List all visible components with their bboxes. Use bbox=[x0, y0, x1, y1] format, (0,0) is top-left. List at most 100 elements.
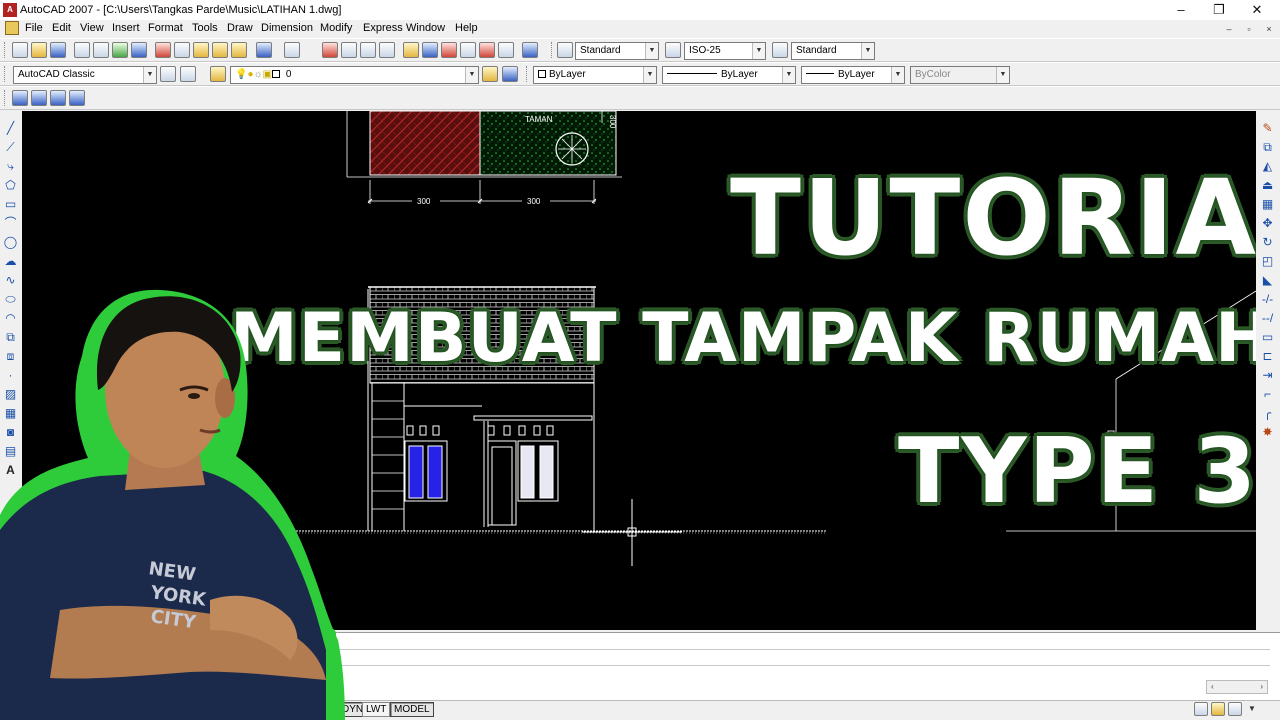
properties-icon[interactable] bbox=[403, 42, 419, 58]
save-icon[interactable] bbox=[50, 42, 66, 58]
line-icon[interactable]: ╱ bbox=[3, 121, 18, 136]
circle-icon[interactable]: ◯ bbox=[3, 235, 18, 250]
maximize-button[interactable]: ❐ bbox=[1200, 0, 1238, 20]
zoom-window-icon[interactable] bbox=[360, 42, 376, 58]
send-to-back-icon[interactable] bbox=[31, 90, 47, 106]
scroll-left-icon[interactable]: ‹ bbox=[1211, 681, 1214, 693]
doc-minimize-button[interactable]: – bbox=[1222, 22, 1236, 36]
redo-icon[interactable] bbox=[284, 42, 300, 58]
extend-icon[interactable]: --/ bbox=[1260, 311, 1275, 326]
close-button[interactable]: ✕ bbox=[1238, 0, 1276, 20]
text-style-icon[interactable] bbox=[557, 42, 573, 58]
menu-format[interactable]: Format bbox=[148, 22, 183, 34]
explode-icon[interactable]: ✸ bbox=[1260, 425, 1275, 440]
lock-icon[interactable] bbox=[1211, 702, 1225, 716]
lineweight-select[interactable]: ByLayer ▼ bbox=[801, 66, 905, 84]
status-tray-icon[interactable] bbox=[1228, 702, 1242, 716]
minimize-button[interactable]: – bbox=[1162, 0, 1200, 20]
chamfer-icon[interactable]: ⌐ bbox=[1260, 387, 1275, 402]
layer-previous-icon[interactable] bbox=[502, 66, 518, 82]
table-style-select[interactable]: Standard ▼ bbox=[791, 42, 875, 60]
join-icon[interactable]: ⇥ bbox=[1260, 368, 1275, 383]
toolbar-grip[interactable] bbox=[551, 42, 554, 58]
color-select[interactable]: ByLayer ▼ bbox=[533, 66, 657, 84]
workspace-save-icon[interactable] bbox=[180, 66, 196, 82]
menu-edit[interactable]: Edit bbox=[52, 22, 71, 34]
toolbar-grip[interactable] bbox=[4, 42, 7, 58]
calculator-icon[interactable] bbox=[498, 42, 514, 58]
send-under-icon[interactable] bbox=[69, 90, 85, 106]
menu-view[interactable]: View bbox=[80, 22, 104, 34]
workspace-settings-icon[interactable] bbox=[160, 66, 176, 82]
zoom-realtime-icon[interactable] bbox=[341, 42, 357, 58]
menu-file[interactable]: File bbox=[25, 22, 43, 34]
copy-icon[interactable] bbox=[174, 42, 190, 58]
horizontal-scrollbar[interactable]: ‹ › bbox=[1206, 680, 1268, 694]
plot-preview-icon[interactable] bbox=[93, 42, 109, 58]
toolbar-grip[interactable] bbox=[4, 66, 7, 82]
table-style-icon[interactable] bbox=[772, 42, 788, 58]
plot-icon[interactable] bbox=[74, 42, 90, 58]
menu-help[interactable]: Help bbox=[455, 22, 478, 34]
stretch-icon[interactable]: ◣ bbox=[1260, 273, 1275, 288]
tool-palettes-icon[interactable] bbox=[441, 42, 457, 58]
scale-icon[interactable]: ◰ bbox=[1260, 254, 1275, 269]
polygon-icon[interactable]: ⬠ bbox=[3, 178, 18, 193]
workspace-select[interactable]: AutoCAD Classic ▼ bbox=[13, 66, 157, 84]
arc-icon[interactable]: ⌒ bbox=[3, 216, 18, 231]
rotate-icon[interactable]: ↻ bbox=[1260, 235, 1275, 250]
open-icon[interactable] bbox=[31, 42, 47, 58]
construction-line-icon[interactable]: ⟋ bbox=[3, 140, 18, 155]
publish-icon[interactable] bbox=[112, 42, 128, 58]
autocad-app-icon[interactable]: A bbox=[3, 3, 17, 17]
mirror-icon[interactable]: ◭ bbox=[1260, 159, 1275, 174]
doc-close-button[interactable]: × bbox=[1262, 22, 1276, 36]
dim-style-select[interactable]: ISO-25 ▼ bbox=[684, 42, 766, 60]
linetype-select[interactable]: ByLayer ▼ bbox=[662, 66, 796, 84]
dim-style-icon[interactable] bbox=[665, 42, 681, 58]
menu-modify[interactable]: Modify bbox=[320, 22, 352, 34]
pan-icon[interactable] bbox=[322, 42, 338, 58]
cut-icon[interactable] bbox=[155, 42, 171, 58]
doc-restore-button[interactable]: ▫ bbox=[1242, 22, 1256, 36]
trim-icon[interactable]: -/- bbox=[1260, 292, 1275, 307]
layer-select[interactable]: 💡●☼▣ 0 ▼ bbox=[230, 66, 479, 84]
design-center-icon[interactable] bbox=[422, 42, 438, 58]
sheet-set-icon[interactable] bbox=[460, 42, 476, 58]
scroll-right-icon[interactable]: › bbox=[1260, 681, 1263, 693]
model-toggle[interactable]: MODEL bbox=[390, 702, 434, 717]
menu-window[interactable]: Window bbox=[406, 22, 445, 34]
erase-icon[interactable]: ✎ bbox=[1260, 121, 1275, 136]
menu-tools[interactable]: Tools bbox=[192, 22, 218, 34]
menu-dimension[interactable]: Dimension bbox=[261, 22, 313, 34]
toolbar-grip[interactable] bbox=[526, 66, 529, 82]
communication-center-icon[interactable] bbox=[1194, 702, 1208, 716]
layer-properties-icon[interactable] bbox=[210, 66, 226, 82]
bring-above-icon[interactable] bbox=[50, 90, 66, 106]
new-icon[interactable] bbox=[12, 42, 28, 58]
break-at-point-icon[interactable]: ▭ bbox=[1260, 330, 1275, 345]
break-icon[interactable]: ⊏ bbox=[1260, 349, 1275, 364]
revision-cloud-icon[interactable]: ☁ bbox=[3, 254, 18, 269]
move-icon[interactable]: ✥ bbox=[1260, 216, 1275, 231]
tray-menu-icon[interactable]: ▼ bbox=[1248, 704, 1256, 713]
document-icon[interactable] bbox=[5, 21, 19, 35]
lwt-toggle[interactable]: LWT bbox=[362, 702, 391, 717]
paste-icon[interactable] bbox=[193, 42, 209, 58]
menu-express[interactable]: Express bbox=[363, 22, 403, 34]
help-icon[interactable] bbox=[522, 42, 538, 58]
3d-dwf-icon[interactable] bbox=[131, 42, 147, 58]
text-style-select[interactable]: Standard ▼ bbox=[575, 42, 659, 60]
undo-icon[interactable] bbox=[256, 42, 272, 58]
polyline-icon[interactable]: ⤷ bbox=[3, 159, 18, 174]
rectangle-icon[interactable]: ▭ bbox=[3, 197, 18, 212]
block-editor-icon[interactable] bbox=[231, 42, 247, 58]
zoom-previous-icon[interactable] bbox=[379, 42, 395, 58]
array-icon[interactable]: ▦ bbox=[1260, 197, 1275, 212]
bring-to-front-icon[interactable] bbox=[12, 90, 28, 106]
offset-icon[interactable]: ⏏ bbox=[1260, 178, 1275, 193]
match-properties-icon[interactable] bbox=[212, 42, 228, 58]
markup-icon[interactable] bbox=[479, 42, 495, 58]
menu-draw[interactable]: Draw bbox=[227, 22, 253, 34]
toolbar-grip[interactable] bbox=[4, 90, 7, 106]
